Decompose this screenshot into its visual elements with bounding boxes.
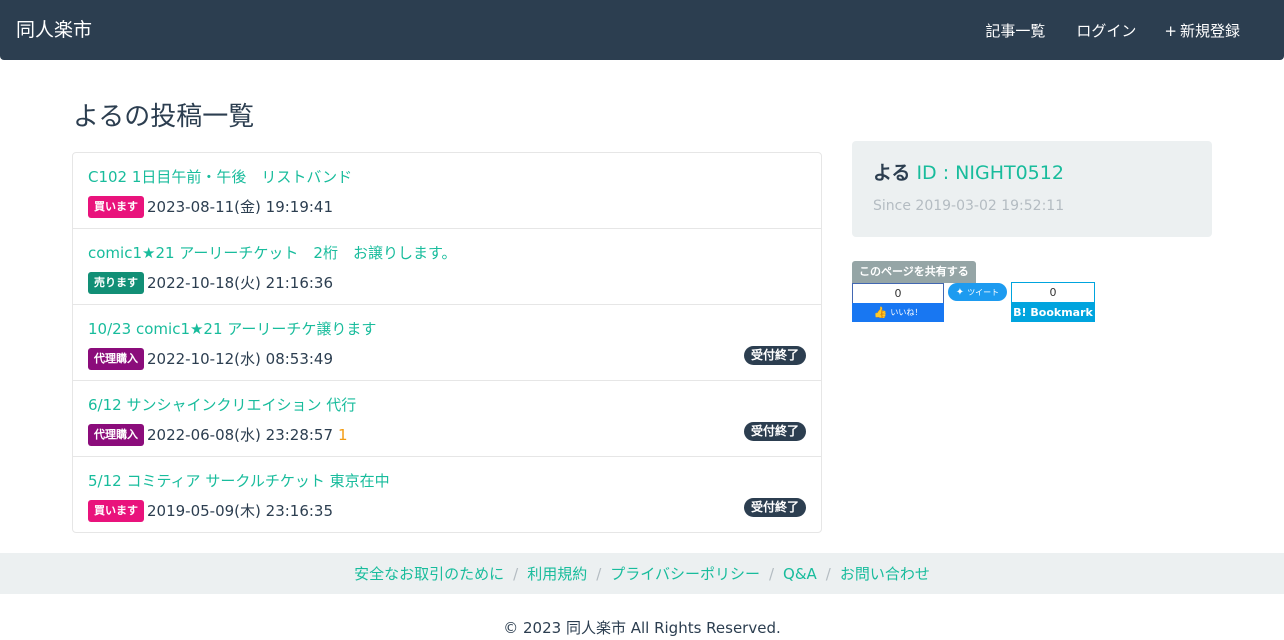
- comment-count: 1: [336, 424, 348, 446]
- type-badge: 代理購入: [88, 348, 144, 370]
- post-title-link[interactable]: C102 1日目午前・午後 リストバンド: [88, 166, 352, 188]
- share-label: このページを共有する: [852, 261, 976, 283]
- twitter-share-button[interactable]: ✦ ツイート: [948, 283, 1007, 301]
- thumbs-up-icon: 👍: [873, 306, 888, 319]
- nav-link-label: 記事一覧: [985, 22, 1046, 40]
- post-date: 2019-05-09(木) 23:16:35: [147, 502, 334, 520]
- type-badge: 代理購入: [88, 424, 144, 446]
- plus-icon: +: [1164, 22, 1177, 40]
- profile-id: ID : NIGHT0512: [916, 162, 1064, 184]
- copyright: © 2023 同人楽市 All Rights Reserved.: [503, 619, 781, 637]
- footer-link-contact[interactable]: お問い合わせ: [840, 563, 930, 585]
- facebook-like-label[interactable]: 👍 いいね！: [852, 303, 944, 322]
- hatena-count: 0: [1049, 286, 1057, 299]
- facebook-like-button[interactable]: 0 👍 いいね！: [852, 283, 944, 322]
- footer-separator: /: [768, 564, 775, 583]
- profile-since: Since 2019-03-02 19:52:11: [872, 196, 1064, 216]
- post-meta: 買います 2019-05-09(木) 23:16:35: [88, 500, 333, 522]
- facebook-count: 0: [894, 287, 902, 300]
- list-item: 5/12 コミティア サークルチケット 東京在中 買います 2019-05-09…: [73, 457, 821, 532]
- post-meta: 売ります 2022-10-18(火) 21:16:36: [88, 272, 333, 294]
- nav-links: 記事一覧 ログイン + 新規登録: [954, 20, 1240, 42]
- post-meta: 買います 2023-08-11(金) 19:19:41: [88, 196, 333, 218]
- footer-separator: /: [513, 564, 519, 583]
- footer-link-safety[interactable]: 安全なお取引のために: [354, 563, 504, 585]
- post-meta: 代理購入 2022-06-08(水) 23:28:57 1: [88, 424, 348, 446]
- profile-name-row: よる ID : NIGHT0512: [872, 160, 1064, 186]
- post-date: 2022-10-18(火) 21:16:36: [147, 274, 334, 292]
- list-item: 6/12 サンシャインクリエイション 代行 代理購入 2022-06-08(水)…: [73, 381, 821, 457]
- profile-card: よる ID : NIGHT0512 Since 2019-03-02 19:52…: [852, 141, 1212, 237]
- footer-link-qa[interactable]: Q&A: [783, 563, 817, 585]
- type-badge: 買います: [88, 500, 144, 522]
- post-meta: 代理購入 2022-10-12(水) 08:53:49: [88, 348, 333, 370]
- footer-link-privacy[interactable]: プライバシーポリシー: [610, 563, 760, 585]
- status-badge: 受付終了: [743, 498, 806, 517]
- footer-separator: /: [825, 564, 831, 583]
- list-item: 10/23 comic1★21 アーリーチケ譲ります 代理購入 2022-10-…: [73, 305, 821, 381]
- post-title-link[interactable]: comic1★21 アーリーチケット 2桁 お譲りします。: [88, 242, 456, 264]
- post-date: 2022-06-08(水) 23:28:57: [147, 426, 334, 444]
- footer-link-terms[interactable]: 利用規約: [527, 563, 587, 585]
- comment-count-value: 1: [338, 426, 348, 444]
- nav-link-articles[interactable]: 記事一覧: [982, 20, 1045, 42]
- footer-links: 安全なお取引のために / 利用規約 / プライバシーポリシー / Q&A / お…: [0, 553, 1284, 594]
- profile-since-text: Since 2019-03-02 19:52:11: [873, 198, 1065, 214]
- status-badge: 受付終了: [743, 346, 806, 365]
- post-title-link[interactable]: 5/12 コミティア サークルチケット 東京在中: [88, 470, 390, 492]
- twitter-bird-icon: ✦: [955, 286, 965, 298]
- hatena-bookmark-label[interactable]: B! Bookmark: [1011, 302, 1095, 322]
- nav-link-login[interactable]: ログイン: [1073, 20, 1136, 42]
- nav-link-label: 新規登録: [1179, 22, 1240, 40]
- type-badge: 買います: [88, 196, 144, 218]
- status-badge: 受付終了: [743, 422, 806, 441]
- post-date: 2022-10-12(水) 08:53:49: [147, 350, 334, 368]
- post-title-link[interactable]: 6/12 サンシャインクリエイション 代行: [88, 394, 356, 416]
- facebook-like-text: いいね！: [890, 308, 923, 317]
- list-item: C102 1日目午前・午後 リストバンド 買います 2023-08-11(金) …: [73, 153, 821, 229]
- post-title-link[interactable]: 10/23 comic1★21 アーリーチケ譲ります: [88, 318, 376, 340]
- brand-logo[interactable]: 同人楽市: [16, 18, 92, 42]
- page-title: よるの投稿一覧: [73, 102, 255, 132]
- nav-link-register[interactable]: + 新規登録: [1164, 20, 1240, 42]
- nav-link-label: ログイン: [1076, 22, 1137, 40]
- post-date: 2023-08-11(金) 19:19:41: [147, 198, 334, 216]
- twitter-share-text: ツイート: [967, 287, 1000, 297]
- profile-name: よる: [873, 162, 911, 184]
- footer-separator: /: [596, 564, 602, 583]
- list-item: comic1★21 アーリーチケット 2桁 お譲りします。 売ります 2022-…: [73, 229, 821, 305]
- type-badge: 売ります: [88, 272, 144, 294]
- post-list: C102 1日目午前・午後 リストバンド 買います 2023-08-11(金) …: [72, 152, 822, 533]
- hatena-bookmark-button[interactable]: 0 B! Bookmark: [1011, 282, 1095, 322]
- navbar: 同人楽市 記事一覧 ログイン + 新規登録: [0, 0, 1284, 60]
